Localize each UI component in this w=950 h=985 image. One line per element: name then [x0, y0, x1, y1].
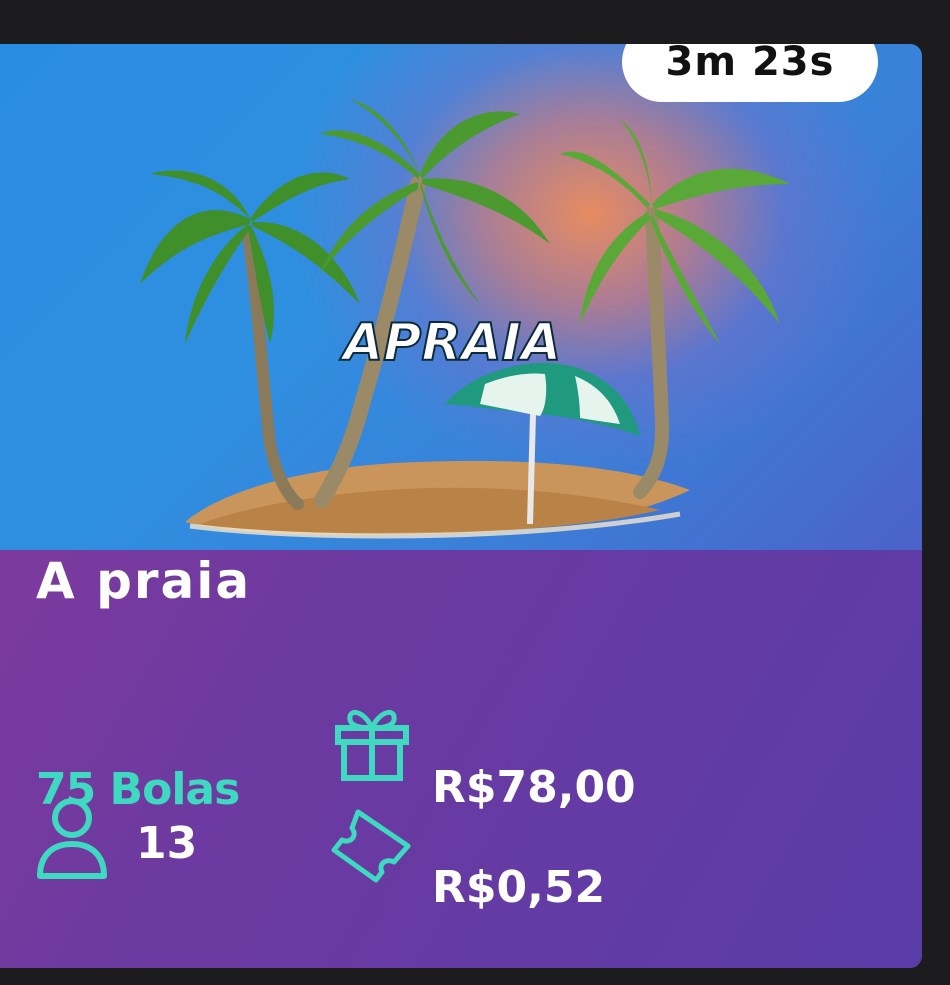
- beach-illustration: APRAIA: [140, 99, 790, 539]
- prize-value: R$78,00: [432, 762, 636, 813]
- card-image-beach: APRAIA: [0, 44, 922, 550]
- person-icon: [37, 798, 107, 879]
- ticket-icon: [331, 809, 411, 883]
- gift-icon: [335, 710, 409, 781]
- card-title: A praia: [36, 552, 252, 610]
- game-card[interactable]: APRAIA 3m 23s A praia 75 Bolas 13 R$78,0…: [0, 44, 922, 968]
- timer-badge: 3m 23s: [622, 44, 878, 102]
- image-logo-text: APRAIA: [339, 313, 561, 373]
- players-count: 13: [136, 818, 198, 869]
- ticket-price: R$0,52: [432, 862, 606, 913]
